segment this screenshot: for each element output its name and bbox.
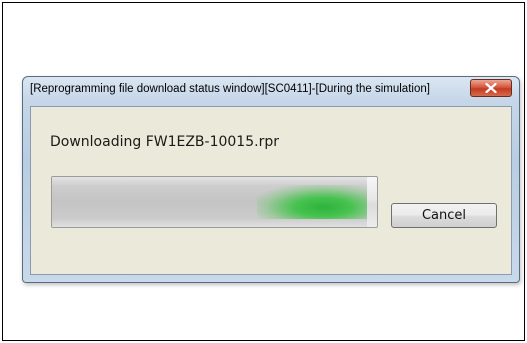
download-progress-bar — [51, 176, 378, 228]
window-title: [Reprogramming file download status wind… — [30, 83, 430, 95]
window-client-area: Downloading FW1EZB-10015.rpr Cancel — [30, 106, 512, 275]
cancel-button[interactable]: Cancel — [391, 203, 497, 228]
close-icon — [485, 83, 497, 93]
download-status-window: [Reprogramming file download status wind… — [22, 76, 520, 283]
progress-glow — [257, 185, 367, 219]
download-status-text: Downloading FW1EZB-10015.rpr — [50, 134, 279, 150]
title-bar[interactable]: [Reprogramming file download status wind… — [23, 77, 519, 105]
close-button[interactable] — [470, 79, 512, 97]
